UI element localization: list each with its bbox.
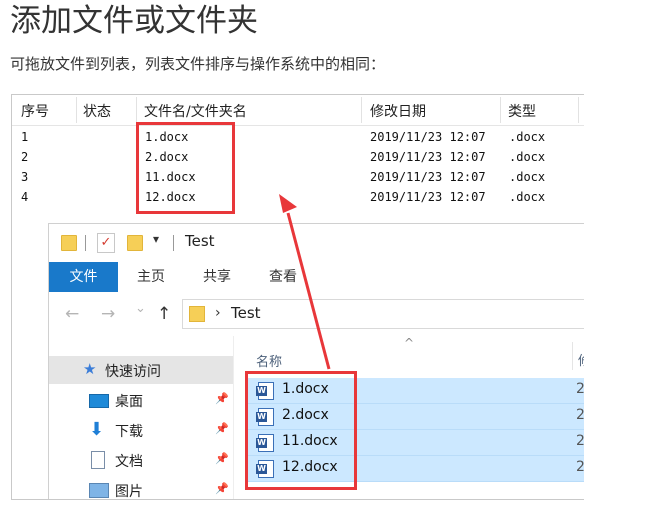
column-index[interactable]: 序号 — [21, 101, 49, 121]
row-index: 2 — [21, 150, 29, 164]
ribbon: 文件 主页 共享 查看 — [49, 262, 584, 293]
nav-item-label: 快速访问 — [105, 364, 161, 380]
page-title: 添加文件或文件夹 — [10, 3, 258, 39]
forward-arrow-icon[interactable]: → — [101, 304, 115, 324]
properties-icon[interactable]: ✓ — [97, 233, 115, 253]
back-arrow-icon[interactable]: ← — [65, 304, 79, 324]
row-type: .docx — [509, 150, 546, 164]
list-row[interactable]: 4 12.docx 2019/11/23 12:07 .docx — [12, 188, 584, 208]
quick-access-toolbar: ✓ ▾ Test — [49, 224, 584, 262]
row-type: .docx — [509, 130, 546, 144]
list-row[interactable]: 1 1.docx 2019/11/23 12:07 .docx — [12, 128, 584, 148]
tab-view[interactable]: 查看 — [261, 262, 305, 292]
pin-icon[interactable]: 📌 — [215, 422, 229, 435]
desktop-icon — [89, 394, 109, 408]
up-arrow-icon[interactable]: ↑ — [157, 304, 171, 324]
pin-icon[interactable]: 📌 — [215, 452, 229, 465]
column-name[interactable]: 名称 — [256, 351, 282, 370]
row-type: .docx — [509, 190, 546, 204]
column-status[interactable]: 状态 — [83, 101, 111, 121]
row-date: 2019/11/23 12:07 — [370, 170, 486, 184]
list-row[interactable]: 3 11.docx 2019/11/23 12:07 .docx — [12, 168, 584, 188]
new-folder-icon[interactable] — [127, 235, 143, 251]
nav-item-documents[interactable]: 文档 📌 — [49, 446, 233, 474]
page-description: 可拖放文件到列表，列表文件排序与操作系统中的相同： — [10, 55, 386, 73]
nav-item-pictures[interactable]: 图片 📌 — [49, 476, 233, 500]
row-date: 2019/11/23 12:07 — [370, 130, 486, 144]
file-date-truncated: 2 — [576, 381, 584, 397]
download-icon: ⬇ — [89, 419, 105, 440]
customize-dropdown-icon[interactable]: ▾ — [153, 232, 159, 246]
column-header: ^ 名称 修 — [234, 336, 584, 372]
row-type: .docx — [509, 170, 546, 184]
column-modified-truncated[interactable]: 修 — [578, 350, 584, 369]
pin-icon[interactable]: 📌 — [215, 482, 229, 495]
list-row[interactable]: 2 2.docx 2019/11/23 12:07 .docx — [12, 148, 584, 168]
nav-item-label: 图片 — [115, 484, 143, 500]
picture-icon — [89, 483, 109, 498]
tab-share[interactable]: 共享 — [195, 262, 239, 292]
folder-icon — [189, 306, 205, 322]
list-header: 序号 状态 文件名/文件夹名 修改日期 类型 — [12, 95, 584, 126]
folder-icon[interactable] — [61, 235, 77, 251]
nav-item-label: 桌面 — [115, 394, 143, 410]
row-date: 2019/11/23 12:07 — [370, 150, 486, 164]
tab-file[interactable]: 文件 — [49, 262, 118, 292]
highlight-box-list — [136, 122, 235, 214]
file-date-truncated: 2 — [576, 407, 584, 423]
column-type[interactable]: 类型 — [508, 101, 536, 121]
recent-locations-icon[interactable]: ⌄ — [135, 301, 146, 316]
row-date: 2019/11/23 12:07 — [370, 190, 486, 204]
file-date-truncated: 2 — [576, 459, 584, 475]
pin-icon[interactable]: 📌 — [215, 392, 229, 405]
star-icon: ★ — [83, 360, 97, 378]
row-index: 1 — [21, 130, 29, 144]
address-bar[interactable]: › Test — [182, 299, 584, 329]
column-modified[interactable]: 修改日期 — [370, 101, 426, 121]
navigation-pane: ★ 快速访问 桌面 📌 ⬇ 下载 📌 文档 📌 图片 📌 — [49, 336, 234, 500]
nav-item-desktop[interactable]: 桌面 📌 — [49, 386, 233, 414]
row-index: 3 — [21, 170, 29, 184]
window-title: Test — [185, 232, 215, 250]
sort-caret-icon: ^ — [404, 336, 415, 350]
nav-item-label: 下载 — [115, 424, 143, 440]
file-date-truncated: 2 — [576, 433, 584, 449]
highlight-box-explorer — [245, 371, 357, 490]
chevron-right-icon[interactable]: › — [215, 305, 221, 321]
tab-home[interactable]: 主页 — [129, 262, 173, 292]
nav-item-label: 文档 — [115, 454, 143, 470]
column-filename[interactable]: 文件名/文件夹名 — [144, 101, 247, 121]
nav-item-downloads[interactable]: ⬇ 下载 📌 — [49, 416, 233, 444]
row-index: 4 — [21, 190, 29, 204]
nav-item-quick-access[interactable]: ★ 快速访问 — [49, 356, 233, 384]
address-path[interactable]: Test — [231, 304, 261, 322]
document-icon — [91, 451, 105, 469]
address-bar-row: ← → ⌄ ↑ › Test — [49, 292, 584, 336]
